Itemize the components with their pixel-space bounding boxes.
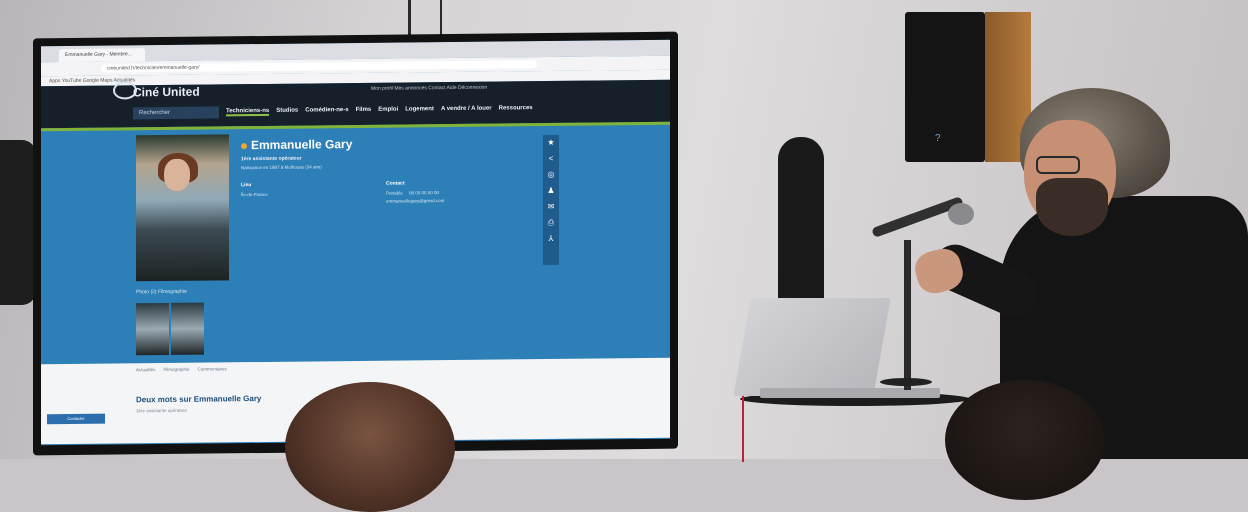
star-icon[interactable]: ★ [543,135,559,151]
left-speaker [0,140,36,305]
photo-face [164,158,190,192]
nav-item-emploi[interactable]: Emploi [378,107,398,113]
url-field[interactable]: cineunited.fr/technicien/emmanuelle-gary… [101,60,537,73]
status-dot-icon [241,142,247,150]
site-header: Ciné United Mon profil Mes annonces Cont… [41,79,670,129]
mic-stand [904,240,911,390]
audience-head [285,382,455,512]
main-nav: Techniciens-ns Studios Comédien-ne-s Films E… [226,105,540,117]
microphone-head [948,203,974,225]
mic-stand-base [880,378,932,386]
laptop [733,298,891,396]
contact-label: Contact [386,180,405,187]
tv-cable [440,0,442,38]
profile-name-text: Emmanuelle Gary [251,137,353,153]
nav-item-films[interactable]: Films [356,107,372,113]
lieu-value[interactable]: Île-de-France [241,192,268,197]
nav-item-ressources[interactable]: Ressources [499,105,533,111]
phone-label: Portable [386,190,403,196]
profile-role: 1ère assistante opérateur [241,155,302,163]
content-tabs: Actualités Filmographie Commentaires [136,366,235,372]
audience-head [945,380,1105,500]
section-heading: Deux mots sur Emmanuelle Gary [136,393,262,405]
nav-item-techniciens[interactable]: Techniciens-ns [226,107,270,117]
speaker-led-icon: ? [935,133,941,144]
nav-item-logement[interactable]: Logement [405,106,434,112]
site-logo[interactable]: Ciné United [133,85,200,100]
tab-filmographie[interactable]: Filmographie [164,367,190,372]
share-icon[interactable]: < [543,151,559,167]
top-links[interactable]: Mon profil Mes annonces Contact Aide Déc… [371,85,487,92]
presenter-beard [1036,178,1108,236]
phone-value[interactable]: 06 00 00 00 00 [409,190,439,195]
profile-actions: ★ < ◎ ♟ ✉ ⎙ ⅄ [543,134,559,266]
browser-tab[interactable]: Emmanuelle Gary - Membre... [59,48,145,63]
section-subtitle: 1ère assistante opérateur [136,407,188,414]
tab-commentaires[interactable]: Commentaires [198,366,227,371]
profile-name: Emmanuelle Gary [241,137,352,152]
presenter-glasses [1036,156,1080,174]
wall-speaker [905,12,985,162]
nav-item-vendre[interactable]: A vendre / A louer [441,106,492,113]
profile-birth: Naissance en 1987 à Mulhouse (34 ans) [241,164,322,171]
contact-button[interactable]: Contacter [47,413,105,425]
profile-photo[interactable] [136,134,229,282]
gallery-thumb[interactable] [171,302,204,355]
search-input[interactable]: Rechercher [133,106,219,120]
print-icon[interactable]: ⎙ [543,215,559,231]
user-icon[interactable]: ♟ [543,183,559,199]
gallery-thumb[interactable] [136,302,169,356]
photo-tabs[interactable]: Photo (2) Filmographie [136,289,187,296]
nav-item-comediens[interactable]: Comédien-ne-s [305,107,348,113]
email-value[interactable]: emmanuellegary@gmail.com [386,198,444,204]
nav-item-studios[interactable]: Studios [276,108,298,114]
lieu-label: Lieu [241,182,252,189]
tv-cable [408,0,411,38]
tab-actualites[interactable]: Actualités [136,367,156,372]
globe-icon[interactable]: ◎ [543,167,559,183]
laptop-base [760,388,940,398]
mail-icon[interactable]: ✉ [543,199,559,215]
pdf-icon[interactable]: ⅄ [543,231,559,247]
